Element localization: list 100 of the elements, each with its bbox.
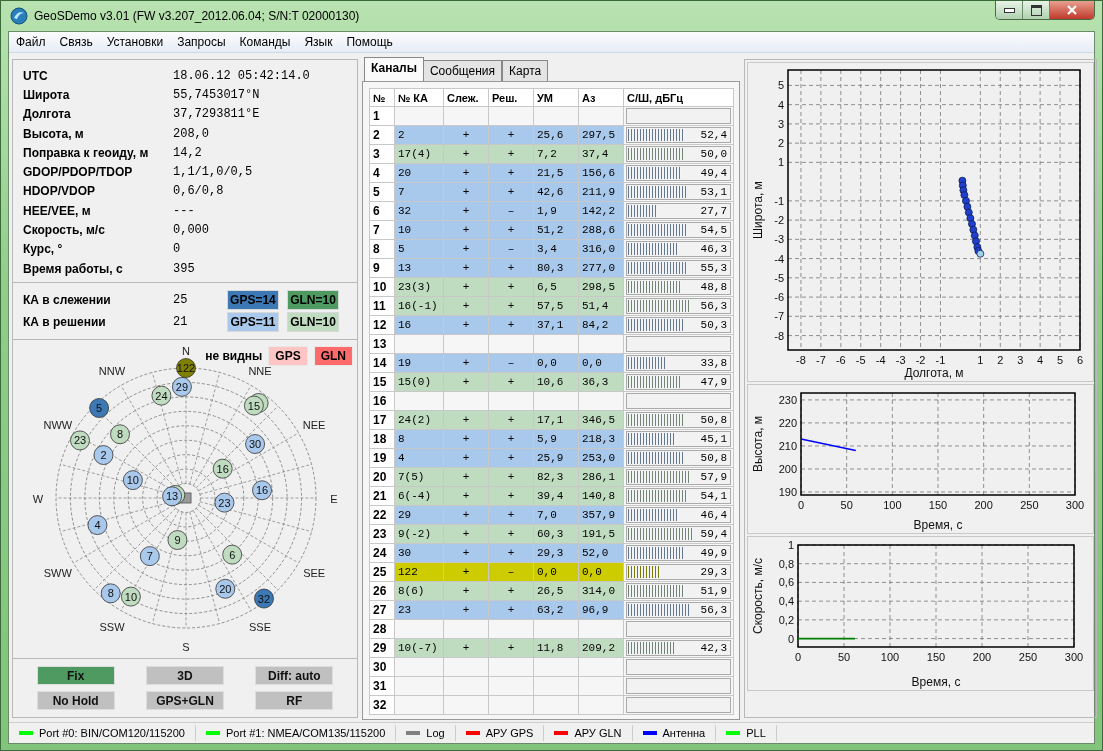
table-cell <box>533 391 579 411</box>
field-value: 25 <box>173 293 189 308</box>
tick-label: -3 <box>774 233 784 246</box>
table-cell <box>488 334 534 354</box>
compass-label: NNW <box>98 365 126 378</box>
field-label: Долгота <box>23 107 72 122</box>
field-label: Скорость, м/с <box>23 223 106 237</box>
tick-label: 2 <box>997 354 1004 366</box>
tick-label: 4 <box>1037 354 1044 366</box>
satellite-marker: 5 <box>89 398 109 419</box>
tab[interactable]: Каналы <box>364 57 424 81</box>
tick-label: 50 <box>837 651 851 663</box>
count-badge: GLN=10 <box>286 290 339 311</box>
compass-label: SWW <box>43 567 72 580</box>
tick-label: 1 <box>777 156 784 169</box>
status-label: PLL <box>746 727 766 739</box>
satellite-marker: 13 <box>162 486 182 507</box>
compass-label: SEE <box>303 567 326 580</box>
tick-label: -6 <box>774 291 784 304</box>
field-value: 1,1/1,0/0,5 <box>173 165 253 180</box>
tick-label: 1 <box>787 539 794 551</box>
tick-label: -8 <box>796 354 806 366</box>
status-label: Антенна <box>662 727 706 739</box>
table-cell <box>533 657 579 677</box>
menu-item[interactable]: Связь <box>52 35 100 49</box>
signal-value: 57,9 <box>700 470 727 484</box>
menu-item[interactable]: Помощь <box>339 35 400 49</box>
tick-label: 200 <box>778 463 797 475</box>
status-label: АРУ GPS <box>485 727 534 739</box>
signal-value: 50,0 <box>700 147 727 161</box>
tick-label: 250 <box>1018 651 1038 663</box>
compass-label: NEE <box>302 419 326 432</box>
tick-label: 0,2 <box>778 613 794 626</box>
satellite-marker: 24 <box>151 386 172 406</box>
mode-button[interactable]: 3D <box>146 666 224 686</box>
table-cell <box>533 106 579 126</box>
close-button[interactable] <box>1050 1 1094 19</box>
satellite-marker: 30 <box>245 434 265 455</box>
tick-label: 3 <box>1017 354 1024 366</box>
table-cell <box>488 391 534 411</box>
table-cell <box>394 106 444 126</box>
table-cell <box>394 657 444 677</box>
axis-title: Высота, м <box>751 415 765 473</box>
close-icon <box>1066 5 1078 15</box>
tick-label: 50 <box>840 499 853 511</box>
tick-label: 190 <box>778 486 797 498</box>
app-logo-icon <box>10 7 28 25</box>
axis-title: Долгота, м <box>904 366 964 380</box>
compass-label: N <box>182 345 190 358</box>
satellite-marker: 8 <box>100 583 121 604</box>
tick-label: 200 <box>974 499 993 511</box>
axis-title: Скорость, м/с <box>751 557 765 635</box>
mode-button[interactable]: Fix <box>36 666 115 686</box>
tick-label: 2 <box>777 137 784 150</box>
mode-button[interactable]: No Hold <box>36 691 115 711</box>
tab[interactable]: Сообщения <box>422 60 503 81</box>
field-label: КА в решении <box>23 315 107 330</box>
legend-badge: GPS <box>268 346 308 367</box>
signal-value: 42,3 <box>700 641 727 655</box>
satellite-marker: 16 <box>212 459 233 479</box>
maximize-button[interactable] <box>1023 1 1050 19</box>
field-value: --- <box>173 203 195 218</box>
tick-label: 220 <box>778 416 797 429</box>
menu-item[interactable]: Команды <box>232 35 298 49</box>
signal-value: 53,1 <box>700 185 727 199</box>
field-value: 0,6/0,8 <box>173 184 224 199</box>
tick-label: -1 <box>935 354 946 366</box>
column-header: Слеж. <box>443 88 489 107</box>
field-label: Курс, ° <box>23 242 64 257</box>
mode-button[interactable]: GPS+GLN <box>146 691 224 711</box>
table-cell <box>488 676 534 696</box>
menu-item[interactable]: Установки <box>99 35 171 49</box>
data-point <box>970 231 979 240</box>
axis-title: Широта, м <box>751 181 765 239</box>
signal-value: 46,3 <box>700 242 727 256</box>
table-cell <box>394 334 444 354</box>
signal-value: 27,7 <box>700 204 727 218</box>
mode-button[interactable]: RF <box>255 691 334 711</box>
tab[interactable]: Карта <box>502 60 549 81</box>
tick-label: -7 <box>816 354 826 366</box>
satellite-marker: 10 <box>122 470 143 491</box>
table-cell <box>488 106 534 126</box>
table-cell <box>533 695 579 715</box>
satellite-marker: 23 <box>214 493 235 513</box>
axis-title: Время, с <box>913 518 963 532</box>
tick-label: 300 <box>1065 499 1085 511</box>
table-cell <box>443 391 489 411</box>
tick-label: -4 <box>875 354 886 366</box>
table-cell <box>443 676 489 696</box>
minimize-button[interactable] <box>996 1 1023 19</box>
satellite-marker: 122 <box>176 358 196 379</box>
menu-item[interactable]: Файл <box>9 35 53 49</box>
menu-item[interactable]: Запросы <box>170 35 233 49</box>
table-cell <box>488 657 534 677</box>
mode-button[interactable]: Diff: auto <box>255 666 334 686</box>
column-header: № <box>369 88 395 107</box>
compass-label: W <box>32 493 44 506</box>
satellite-marker: 9 <box>167 530 188 551</box>
menu-item[interactable]: Язык <box>297 35 340 49</box>
signal-value: 59,4 <box>700 527 727 541</box>
